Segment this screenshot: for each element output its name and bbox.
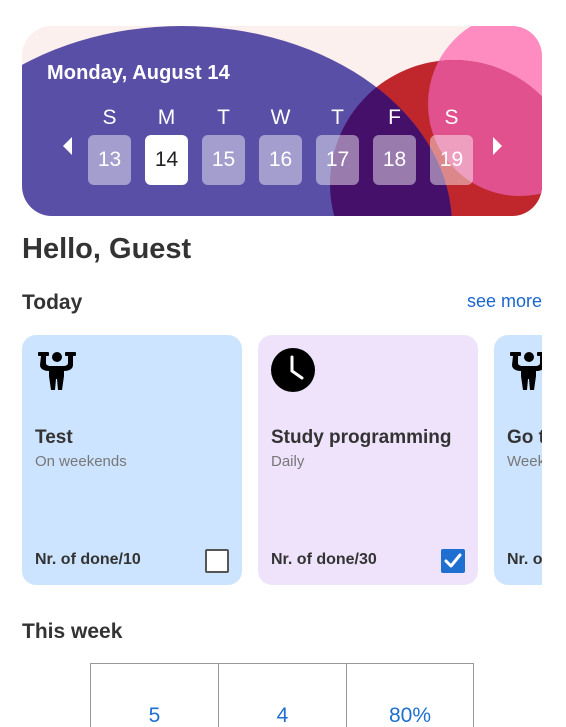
stat-cell: 4: [218, 663, 346, 727]
date-cell[interactable]: 18: [373, 135, 416, 185]
day-of-week-label: S: [444, 106, 459, 129]
stat-value: 4: [276, 704, 289, 727]
habit-cards: Test On weekends Nr. of done/10 Study pr…: [22, 335, 542, 585]
strongman-icon: [38, 352, 76, 390]
day-of-week-label: W: [270, 106, 291, 129]
done-checkbox[interactable]: [441, 549, 465, 573]
day-column[interactable]: F 18: [373, 105, 416, 185]
stat-value: 5: [148, 704, 161, 727]
stat-cell: 5: [90, 663, 218, 727]
habit-frequency: Week: [507, 453, 542, 470]
done-count-label: Nr. of done/30: [271, 551, 377, 568]
calendar-header: Monday, August 14 S 13 M 14 T 15 W 16 T …: [22, 26, 542, 216]
habit-card[interactable]: Go t Week Nr. o: [494, 335, 542, 585]
strongman-icon: [510, 352, 542, 390]
day-column[interactable]: M 14: [145, 105, 188, 185]
this-week-section-title: This week: [22, 620, 123, 643]
clock-icon: [271, 348, 315, 392]
habit-card[interactable]: Study programming Daily Nr. of done/30: [258, 335, 478, 585]
selected-date-cell[interactable]: 14: [145, 135, 188, 185]
habit-card[interactable]: Test On weekends Nr. of done/10: [22, 335, 242, 585]
week-days: S 13 M 14 T 15 W 16 T 17 F 18 S 19: [88, 105, 473, 185]
date-cell[interactable]: 16: [259, 135, 302, 185]
habit-title: Test: [35, 427, 73, 448]
day-column[interactable]: W 16: [259, 105, 302, 185]
date-cell[interactable]: 13: [88, 135, 131, 185]
day-column[interactable]: T 15: [202, 105, 245, 185]
date-cell[interactable]: 17: [316, 135, 359, 185]
stat-value: 80%: [388, 704, 432, 727]
date-cell[interactable]: 15: [202, 135, 245, 185]
today-section-title: Today: [22, 291, 83, 314]
habit-title: Go t: [507, 427, 542, 448]
day-of-week-label: F: [388, 106, 401, 129]
habit-title: Study programming: [271, 427, 452, 448]
day-of-week-label: T: [331, 106, 344, 129]
done-count-label: Nr. o: [507, 551, 542, 568]
day-column[interactable]: S 13: [88, 105, 131, 185]
habit-frequency: On weekends: [35, 453, 127, 470]
see-more-link[interactable]: see more: [467, 291, 542, 312]
checkmark-icon: [444, 553, 462, 568]
day-of-week-label: T: [217, 106, 230, 129]
day-column[interactable]: T 17: [316, 105, 359, 185]
date-cell[interactable]: 19: [430, 135, 473, 185]
previous-week-arrow-icon[interactable]: [61, 136, 73, 156]
weekly-stats-table: 5 4 80%: [90, 663, 474, 727]
day-of-week-label: S: [102, 106, 117, 129]
greeting-heading: Hello, Guest: [22, 233, 192, 265]
done-count-label: Nr. of done/10: [35, 551, 141, 568]
stat-cell: 80%: [346, 663, 474, 727]
done-checkbox[interactable]: [205, 549, 229, 573]
day-of-week-label: M: [157, 106, 176, 129]
current-date-title: Monday, August 14: [47, 62, 230, 84]
next-week-arrow-icon[interactable]: [492, 136, 504, 156]
day-column[interactable]: S 19: [430, 105, 473, 185]
habit-frequency: Daily: [271, 453, 305, 470]
